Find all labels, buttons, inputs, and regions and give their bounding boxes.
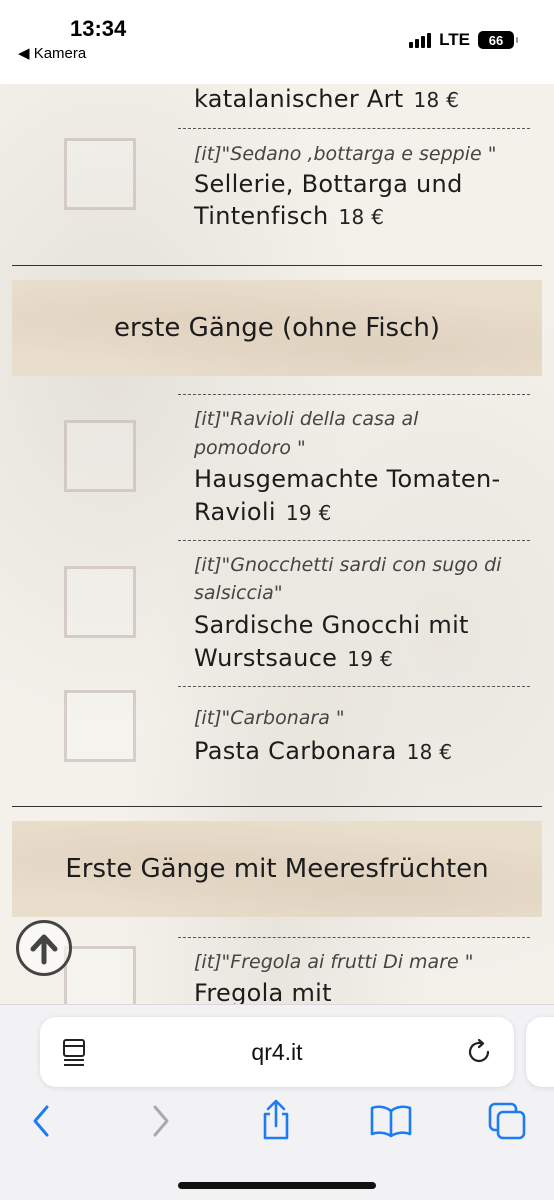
menu-item-price: 19 € — [285, 501, 332, 525]
menu-item-de-name-line2: Ravioli — [194, 498, 276, 526]
menu-item-price: 18 € — [406, 740, 453, 764]
item-divider — [178, 686, 530, 687]
menu-item-de-name-line2: Tintenfisch — [194, 202, 329, 230]
menu-item-image[interactable] — [64, 566, 136, 638]
status-time: 13:34 — [70, 16, 127, 41]
reload-icon[interactable] — [464, 1037, 494, 1067]
tabs-icon[interactable] — [484, 1099, 530, 1143]
item-divider — [178, 394, 530, 395]
item-divider — [178, 540, 530, 541]
menu-item-it-name: [it]"Fregola ai frutti Di mare " — [194, 951, 474, 973]
menu-item-de-name-line1: Fregola mit — [194, 979, 332, 1004]
status-bar: 13:34 ◀ Kamera LTE 66 — [0, 0, 554, 84]
menu-item-de-name-line1: Sardische Gnocchi mit — [194, 611, 469, 639]
menu-item-price: 18 € — [338, 205, 385, 229]
menu-item-image[interactable] — [64, 690, 136, 762]
menu-item-name: Pasta Carbonara 18 € — [194, 734, 534, 769]
section-heading: Erste Gänge mit Meeresfrüchten — [12, 821, 542, 917]
url-text[interactable]: qr4.it — [40, 1039, 514, 1066]
item-divider — [178, 937, 530, 938]
menu-item-name: Wurstsauce 19 € — [194, 641, 534, 676]
menu-item-it-name: [it]"Carbonara " — [194, 707, 345, 729]
item-divider — [178, 128, 530, 129]
menu-item-name: katalanischer Art 18 € — [194, 82, 534, 117]
signal-icon — [409, 32, 432, 48]
menu-item-it-name-line1: [it]"Gnocchetti sardi con sugo di — [194, 554, 502, 576]
menu-item-it-name-line2: pomodoro " — [194, 437, 306, 459]
back-to-app-link[interactable]: ◀ Kamera — [18, 44, 86, 62]
browser-toolbar: qr4.it — [0, 1004, 554, 1200]
scroll-top-button[interactable] — [16, 920, 72, 976]
chevron-right-icon[interactable] — [144, 1101, 178, 1141]
network-label: LTE — [439, 30, 470, 49]
menu-item-image[interactable] — [64, 420, 136, 492]
next-tab-preview[interactable] — [526, 1017, 554, 1087]
section-divider — [12, 265, 542, 266]
address-bar[interactable]: qr4.it — [40, 1017, 514, 1087]
menu-item-de-name: katalanischer Art — [194, 85, 404, 113]
arrow-up-circle-icon — [30, 934, 58, 965]
menu-item-image[interactable] — [64, 138, 136, 210]
battery-level: 66 — [488, 32, 504, 48]
menu-item-de-name-line1: Hausgemachte Tomaten- — [194, 465, 501, 493]
menu-item-de-name-line1: Sellerie, Bottarga und — [194, 170, 463, 198]
menu-item-image[interactable] — [64, 946, 136, 1004]
home-indicator — [178, 1182, 376, 1189]
menu-item-it-name: [it]"Sedano ,bottarga e seppie " — [194, 143, 497, 165]
menu-item-it-name-line1: [it]"Ravioli della casa al — [194, 408, 419, 430]
menu-item-price: 18 € — [413, 88, 460, 112]
menu-item-de-name: Pasta Carbonara — [194, 737, 397, 765]
menu-item-name: Tintenfisch 18 € — [194, 199, 534, 234]
chevron-left-icon[interactable] — [24, 1101, 58, 1141]
section-divider — [12, 806, 542, 807]
menu-item-name: Ravioli 19 € — [194, 495, 534, 530]
battery-icon: 66 — [478, 31, 518, 49]
book-icon[interactable] — [366, 1101, 416, 1141]
section-heading: erste Gänge (ohne Fisch) — [12, 280, 542, 376]
menu-item-it-name-line2: salsiccia" — [194, 582, 283, 604]
share-icon[interactable] — [256, 1097, 296, 1143]
menu-item-de-name-line2: Wurstsauce — [194, 644, 338, 672]
menu-item-price: 19 € — [347, 647, 393, 671]
status-indicators: LTE 66 — [409, 30, 518, 50]
